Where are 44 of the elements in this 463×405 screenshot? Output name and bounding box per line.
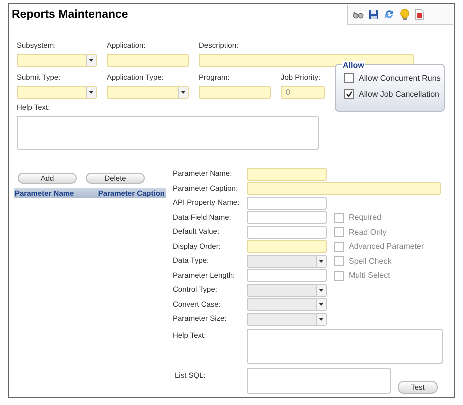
caret-icon [319,303,324,306]
checkbox-label: Required [349,213,382,222]
caret-icon [319,260,324,263]
caret-icon [319,318,324,321]
dropdown[interactable] [247,298,327,312]
checkbox[interactable] [344,89,354,99]
text-field[interactable] [247,240,327,254]
help-text-area[interactable] [247,328,443,364]
text-field[interactable] [247,211,327,224]
checkbox-label: Allow Job Cancellation [359,90,440,98]
lightbulb-icon[interactable] [400,8,410,20]
dropdown[interactable] [17,54,97,67]
caret-icon [319,288,324,292]
caret-icon [89,59,94,62]
text-field[interactable] [247,182,441,196]
checkbox-label: Spell Check [349,256,392,266]
help-text-area[interactable] [17,116,319,150]
dropdown[interactable] [247,312,327,326]
checkbox-label: Allow Concurrent Runs [359,74,441,82]
sql-text-area[interactable] [247,368,391,394]
checkbox-label: Advanced Parameter [349,242,424,252]
checkbox-label: Multi Select [349,271,390,280]
dropdown[interactable] [107,86,189,99]
window-title: Reports Maintenance [11,8,128,21]
checkbox-label: Read Only [349,228,387,237]
text-field[interactable] [107,54,189,67]
caret-icon [181,91,186,94]
checkbox[interactable] [344,73,354,83]
text-field[interactable] [199,86,271,99]
dropdown[interactable] [247,254,327,268]
text-field[interactable] [199,54,414,67]
refresh-icon[interactable] [384,9,395,20]
text-field[interactable] [247,226,327,239]
group-title: Allow [342,61,366,70]
dropdown[interactable] [247,284,327,297]
save-icon[interactable] [369,10,379,20]
text-field[interactable] [247,269,327,282]
text-field[interactable] [247,196,327,210]
glasses-icon[interactable] [353,10,364,18]
text-field[interactable] [247,168,327,181]
document-icon[interactable] [415,9,424,20]
check-icon [346,90,352,98]
dropdown[interactable] [17,86,97,99]
caret-icon [89,91,94,94]
